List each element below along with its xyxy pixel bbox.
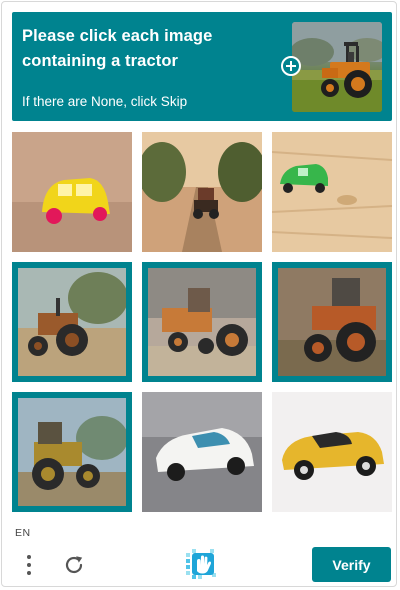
tile-4[interactable] [12,262,132,382]
tile-8[interactable] [142,392,262,512]
challenge-prompt: Please click each image containing a tra… [22,24,272,74]
example-image [292,22,382,112]
verify-button[interactable]: Verify [312,547,391,582]
prompt-line-2: containing a tractor [22,52,179,70]
prompt-line-1: Please click each image [22,27,213,45]
green-toy-car-image [272,132,392,252]
tile-5[interactable] [142,262,262,382]
plus-icon[interactable] [281,56,301,76]
white-toy-car-image [142,392,262,512]
tile-2[interactable] [142,132,262,252]
captcha-widget: Please click each image containing a tra… [1,1,397,587]
refresh-icon[interactable] [62,553,86,577]
tile-7[interactable] [12,392,132,512]
tile-1[interactable] [12,132,132,252]
tile-6[interactable] [272,262,392,382]
example-tractor-image [292,22,382,112]
hand-logo-icon [184,547,218,581]
more-vertical-icon[interactable] [22,552,36,578]
tractor-image-4 [18,398,126,506]
challenge-header: Please click each image containing a tra… [12,12,392,121]
tractor-image-1 [18,268,126,376]
yellow-black-toy-car-image [272,392,392,512]
yellow-toy-car-image [12,132,132,252]
skip-hint: If there are None, click Skip [22,94,188,109]
tractor-image-2 [148,268,256,376]
tractor-image-3 [278,268,386,376]
tractor-road-image [142,132,262,252]
language-selector[interactable]: EN [15,527,31,539]
tile-3[interactable] [272,132,392,252]
tile-9[interactable] [272,392,392,512]
image-grid [12,132,392,512]
